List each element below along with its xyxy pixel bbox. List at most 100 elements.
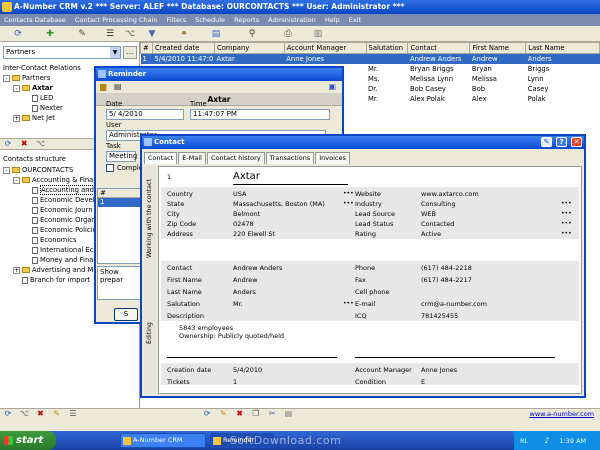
column-header[interactable]: Company <box>213 42 285 54</box>
link-icon[interactable]: ⚭ <box>178 28 190 40</box>
delete-icon[interactable]: ✖ <box>18 139 30 149</box>
field-value[interactable]: USA <box>233 189 246 199</box>
field-value[interactable]: (617) 484-2217 <box>421 275 472 285</box>
table-row[interactable]: 1 5/4/2010 11:47:0 Axtar Anne Jones Andrew A… <box>140 53 600 64</box>
field-value[interactable]: Active <box>421 229 441 239</box>
close-icon[interactable]: ✕ <box>571 137 582 147</box>
menu-exit[interactable]: Exit <box>349 16 361 24</box>
reminder-save-button[interactable]: S <box>114 308 138 321</box>
field-value[interactable]: Contacted <box>421 219 454 229</box>
tickets-value[interactable]: 1 <box>233 377 237 387</box>
tree-icon[interactable]: ⌥ <box>124 28 136 40</box>
tab-email[interactable]: E-Mail <box>178 152 206 164</box>
menu-help[interactable]: Help <box>325 16 340 24</box>
browse-icon[interactable]: ••• <box>561 229 572 239</box>
report-icon[interactable]: ▤ <box>210 28 222 40</box>
icq-value[interactable]: 781425455 <box>421 311 458 321</box>
column-header[interactable]: Last Name <box>525 42 600 54</box>
column-header[interactable]: # <box>140 42 153 54</box>
field-value[interactable]: Andrew Anders <box>233 263 282 273</box>
copy-icon[interactable]: ❐ <box>250 409 262 419</box>
tree-icon[interactable]: ⌥ <box>34 139 46 149</box>
field-value[interactable]: Consulting <box>421 199 456 209</box>
column-header[interactable]: Created date <box>151 42 215 54</box>
refresh-icon[interactable]: ⟳ <box>2 139 14 149</box>
delete-icon[interactable]: ✖ <box>34 409 46 419</box>
field-value[interactable]: Andrew <box>233 275 258 285</box>
tab-contact[interactable]: Contact <box>144 152 178 164</box>
creation-date-value[interactable]: 5/4/2010 <box>233 365 262 375</box>
delete-icon[interactable]: ✖ <box>234 409 246 419</box>
menu-schedule[interactable]: Schedule <box>195 16 225 24</box>
browse-icon[interactable]: ••• <box>561 209 572 219</box>
contact-title-bar[interactable]: Contact ✎ ? ✕ <box>142 136 584 149</box>
list-icon[interactable]: ☰ <box>67 409 79 419</box>
side-tab-editing[interactable]: Editing <box>146 322 153 344</box>
collapse-icon[interactable]: - <box>13 176 20 184</box>
condition-value[interactable]: E <box>421 377 425 387</box>
field-value[interactable]: crm@a-number.com <box>421 299 487 309</box>
search-icon[interactable]: ⚲ <box>246 28 258 40</box>
menu-filters[interactable]: Filters <box>167 16 186 24</box>
refresh-icon[interactable]: ⟳ <box>12 28 24 40</box>
edit-icon[interactable]: ✎ <box>51 409 63 419</box>
tab-contact-history[interactable]: Contact history <box>206 152 265 164</box>
menu-contacts-database[interactable]: Contacts Database <box>4 16 66 24</box>
task-field[interactable]: Meeting <box>106 151 137 162</box>
edit-icon[interactable]: ✎ <box>76 28 88 40</box>
relations-browse-button[interactable]: ... <box>123 46 137 59</box>
speaker-icon[interactable]: ♪ <box>544 436 549 445</box>
reminder-list-row[interactable]: 1 <box>98 198 140 207</box>
side-tab-working[interactable]: Working with the contact <box>146 179 153 258</box>
field-value[interactable]: www.axtarco.com <box>421 189 479 199</box>
tab-transactions[interactable]: Transactions <box>265 152 315 164</box>
note-icon[interactable]: ▤ <box>114 82 122 91</box>
database-icon[interactable]: ▥ <box>312 28 324 40</box>
edit-icon[interactable]: ✎ <box>217 409 229 419</box>
expand-icon[interactable]: + <box>13 114 20 122</box>
column-header[interactable]: First Name <box>469 42 527 54</box>
column-header[interactable]: Salutation <box>365 42 409 54</box>
date-field[interactable]: 5/ 4/2010 <box>106 109 184 120</box>
folder-icon[interactable]: ▆ <box>100 82 106 91</box>
collapse-icon[interactable]: - <box>3 74 10 82</box>
complete-checkbox[interactable] <box>106 164 114 172</box>
field-value[interactable]: Anders <box>233 287 256 297</box>
tray-language[interactable]: RL <box>520 437 528 445</box>
browse-icon[interactable]: ••• <box>561 199 572 209</box>
menu-administration[interactable]: Administration <box>268 16 316 24</box>
reminder-note[interactable]: Show prepar <box>97 266 141 300</box>
refresh-icon[interactable]: ⟳ <box>201 409 213 419</box>
field-value[interactable]: 02478 <box>233 219 254 229</box>
field-value[interactable]: WEB <box>421 209 436 219</box>
menu-reports[interactable]: Reports <box>234 16 259 24</box>
browse-icon[interactable]: ••• <box>343 199 354 209</box>
note-icon[interactable]: ▤ <box>282 409 294 419</box>
collapse-icon[interactable]: - <box>3 166 10 174</box>
print-icon[interactable]: ⎙ <box>282 28 294 40</box>
tray-clock[interactable]: 1:39 AM <box>559 437 586 445</box>
column-header[interactable]: Account Manager <box>283 42 367 54</box>
website-link[interactable]: www.a-number.com <box>530 410 594 418</box>
column-header[interactable]: Contact <box>407 42 471 54</box>
refresh-icon[interactable]: ⟳ <box>2 409 14 419</box>
menu-contact-processing-chain[interactable]: Contact Processing Chain <box>75 16 158 24</box>
browse-icon[interactable]: ••• <box>561 219 572 229</box>
expand-icon[interactable]: + <box>13 266 20 274</box>
time-field[interactable]: 11:47:07 PM <box>190 109 330 120</box>
save-icon[interactable]: ▣ <box>328 82 336 91</box>
browse-icon[interactable]: ••• <box>343 189 354 199</box>
field-value[interactable]: 220 Elwell St <box>233 229 275 239</box>
edit-icon[interactable]: ✎ <box>541 137 552 147</box>
chevron-down-icon[interactable]: ▼ <box>110 47 120 58</box>
reminder-title-bar[interactable]: Reminder <box>96 68 342 81</box>
task-crm[interactable]: A-Number CRM <box>120 433 206 448</box>
list-icon[interactable]: ☰ <box>104 28 116 40</box>
tree-icon[interactable]: ⌥ <box>18 409 30 419</box>
field-value[interactable]: (617) 484-2218 <box>421 263 472 273</box>
add-icon[interactable]: ✚ <box>44 28 56 40</box>
field-value[interactable]: Belmont <box>233 209 260 219</box>
tab-invoices[interactable]: Invoices <box>315 152 350 164</box>
start-button[interactable]: start <box>0 431 56 450</box>
collapse-icon[interactable]: - <box>13 84 20 92</box>
